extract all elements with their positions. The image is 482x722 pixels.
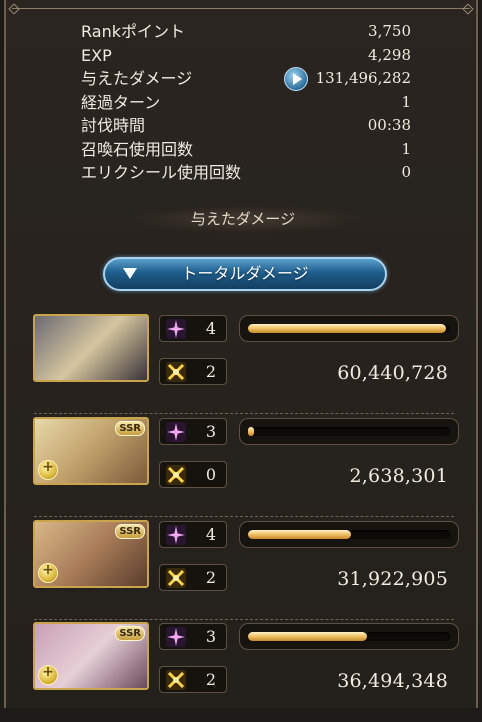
star-count-box: 4 <box>159 315 227 342</box>
stat-value: 1 <box>401 92 411 111</box>
character-portrait[interactable]: SSR <box>33 622 149 690</box>
stat-row-elixir-uses: エリクシール使用回数 0 <box>81 161 411 185</box>
stat-value: 1 <box>401 139 411 158</box>
sword-count: 2 <box>205 362 216 381</box>
damage-bar <box>239 623 459 650</box>
crossed-swords-icon <box>166 568 186 588</box>
dropdown-selected-label: トータルダメージ <box>181 264 309 283</box>
crossed-swords-icon <box>166 670 186 690</box>
damage-value: 60,440,728 <box>337 362 448 384</box>
stat-value: 131,496,282 <box>315 69 411 87</box>
ssr-badge: SSR <box>115 524 145 539</box>
stat-label: EXP <box>81 45 112 65</box>
result-stats: Rankポイント 3,750 EXP 4,298 与えたダメージ 131,496… <box>81 20 411 185</box>
ssr-badge: SSR <box>115 626 145 641</box>
ssr-badge: SSR <box>115 421 145 436</box>
stat-row-exp: EXP 4,298 <box>81 44 411 68</box>
character-portrait[interactable] <box>33 314 149 382</box>
damage-bar-track <box>248 324 450 333</box>
crossed-swords-icon <box>166 465 186 485</box>
party-member-card: SSR 3 2 36,494,348 <box>6 620 480 722</box>
sparkle-icon <box>166 422 186 442</box>
damage-type-dropdown[interactable]: トータルダメージ <box>103 257 387 291</box>
card-divider <box>34 516 454 517</box>
result-panel: Rankポイント 3,750 EXP 4,298 与えたダメージ 131,496… <box>4 0 478 708</box>
damage-bar-fill <box>248 632 368 641</box>
stat-label: 経過ターン <box>81 92 161 112</box>
star-count: 4 <box>205 319 216 338</box>
star-count-box: 3 <box>159 418 227 445</box>
star-count: 3 <box>205 627 216 646</box>
stat-label: 召喚石使用回数 <box>81 139 194 159</box>
star-count: 3 <box>205 422 216 441</box>
damage-value: 2,638,301 <box>349 465 448 487</box>
sparkle-icon <box>166 627 186 647</box>
damage-value: 31,922,905 <box>337 568 448 590</box>
damage-bar <box>239 418 459 445</box>
light-element-icon <box>38 459 58 480</box>
damage-bar-fill <box>248 427 255 436</box>
stat-label: Rankポイント <box>81 22 185 41</box>
stat-label: 与えたダメージ <box>81 69 193 88</box>
damage-bar-fill <box>248 324 446 333</box>
stat-label: 討伐時間 <box>81 116 146 135</box>
section-title: 与えたダメージ <box>190 210 296 228</box>
sword-count: 2 <box>205 568 216 587</box>
character-portrait[interactable]: SSR <box>33 417 149 485</box>
sword-count-box: 0 <box>159 461 227 488</box>
star-count: 4 <box>205 525 216 544</box>
stat-row-summon-uses: 召喚石使用回数 1 <box>81 138 411 162</box>
damage-bar-track <box>248 632 450 641</box>
light-element-icon <box>38 664 58 685</box>
party-member-card: SSR 3 0 2,638,301 <box>6 415 480 517</box>
party-member-card: SSR 4 2 31,922,905 <box>6 518 480 620</box>
party-member-card: 4 2 60,440,728 <box>6 312 480 414</box>
stat-row-turns: 経過ターン 1 <box>81 91 411 115</box>
stat-value: 3,750 <box>368 22 411 40</box>
star-count-box: 4 <box>159 521 227 548</box>
sword-count-box: 2 <box>159 564 227 591</box>
star-count-box: 3 <box>159 623 227 650</box>
crossed-swords-icon <box>166 362 186 382</box>
stat-value: 4,298 <box>368 45 411 64</box>
sword-count-box: 2 <box>159 358 227 385</box>
stat-row-damage-dealt: 与えたダメージ 131,496,282 <box>81 67 411 91</box>
sparkle-icon <box>166 319 186 339</box>
light-element-icon <box>38 562 58 583</box>
sword-count: 2 <box>205 670 216 689</box>
stat-row-rank-points: Rankポイント 3,750 <box>81 20 411 44</box>
stat-label: エリクシール使用回数 <box>81 163 242 182</box>
damage-bar-track <box>248 427 450 436</box>
top-divider <box>12 8 470 9</box>
damage-bar <box>239 315 459 342</box>
card-divider <box>34 413 454 414</box>
character-portrait[interactable]: SSR <box>33 520 149 588</box>
stat-value: 00:38 <box>367 116 411 134</box>
damage-bar-track <box>248 530 450 539</box>
sparkle-icon <box>166 525 186 545</box>
damage-bar <box>239 521 459 548</box>
damage-value: 36,494,348 <box>337 670 448 692</box>
sword-count: 0 <box>205 465 216 484</box>
damage-bar-fill <box>248 530 352 539</box>
play-icon[interactable] <box>284 67 308 91</box>
sword-count-box: 2 <box>159 666 227 693</box>
stat-row-clear-time: 討伐時間 00:38 <box>81 114 411 138</box>
stat-value: 0 <box>401 163 411 181</box>
